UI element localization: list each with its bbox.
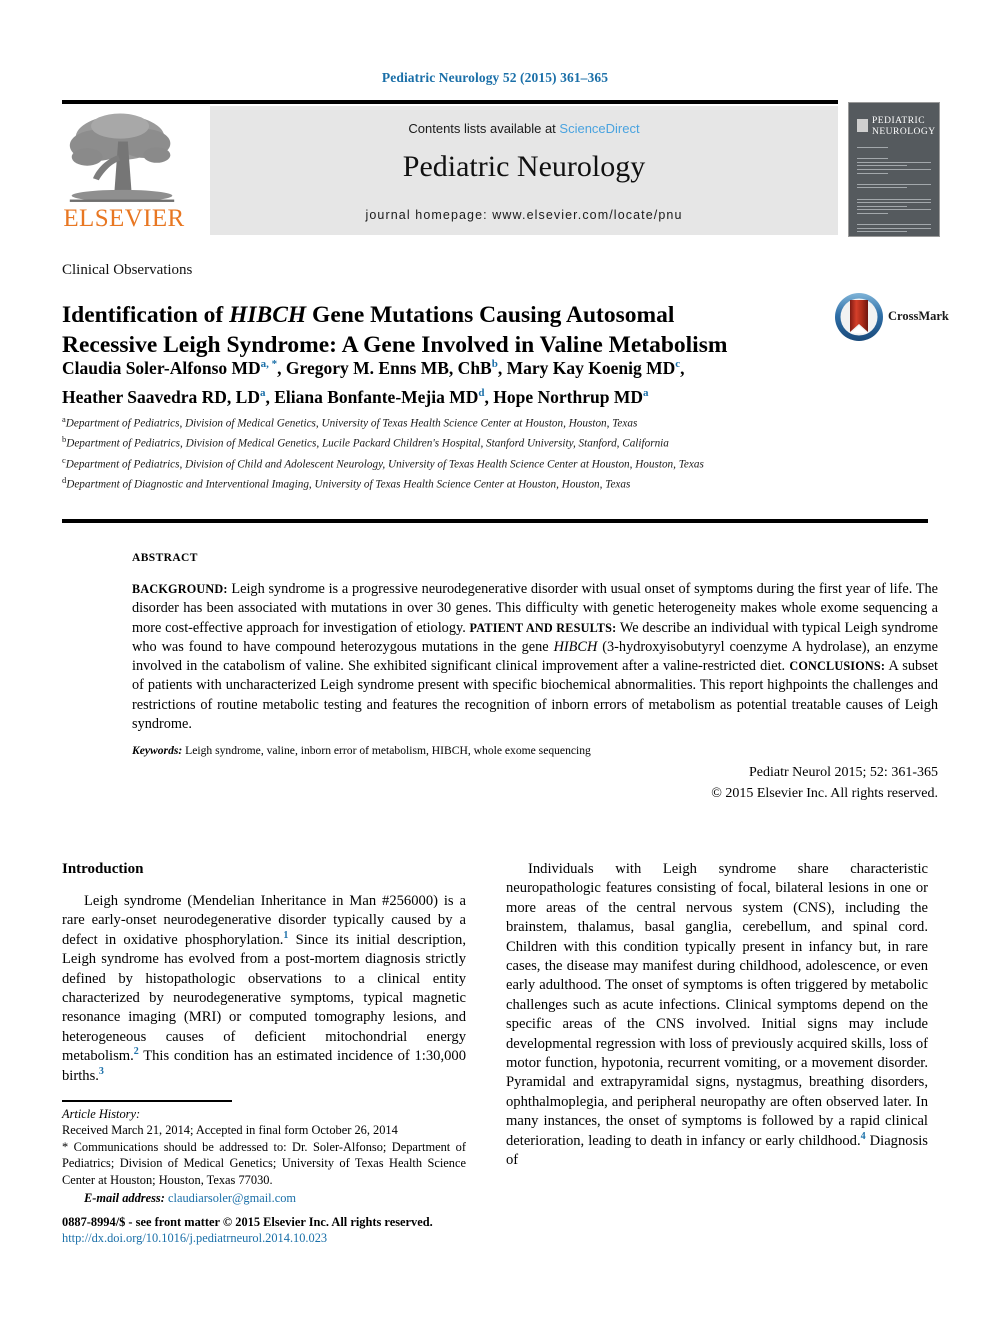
affiliation-text: Department of Pediatrics, Division of Me…: [66, 438, 669, 451]
abstract-label: ABSTRACT: [132, 552, 198, 564]
contents-prefix: Contents lists available at: [408, 121, 560, 136]
article-page: Pediatric Neurology 52 (2015) 361–365 EL…: [0, 0, 990, 1320]
page-title: Identification of HIBCH Gene Mutations C…: [62, 300, 762, 360]
citation-line: Pediatr Neurol 2015; 52: 361-365: [749, 765, 938, 780]
abstract-text: BACKGROUND: Leigh syndrome is a progress…: [132, 580, 938, 734]
journal-masthead: ELSEVIER Contents lists available at Sci…: [62, 100, 940, 237]
crossmark-label: CrossMark: [888, 309, 949, 323]
author-list: Claudia Soler-Alfonso MDa, *, Gregory M.…: [62, 352, 822, 410]
corresponding-author-note: * Communications should be addressed to:…: [62, 1139, 466, 1187]
affiliation-item: cDepartment of Pediatrics, Division of C…: [62, 453, 882, 473]
abstract-background-label: BACKGROUND:: [132, 582, 228, 596]
footnote-rule: [62, 1100, 232, 1102]
title-gene-name: HIBCH: [229, 301, 307, 328]
introduction-heading: Introduction: [62, 861, 144, 877]
masthead-top-rule: [62, 100, 838, 104]
cover-placeholder-lines: [857, 147, 931, 236]
cover-title-line2: NEUROLOGY: [872, 127, 936, 137]
title-part1: Identification of: [62, 301, 230, 328]
footnote-block: Article History: Received March 21, 2014…: [62, 1106, 466, 1206]
affiliation-text: Department of Pediatrics, Division of Me…: [65, 417, 638, 430]
keywords-label: Keywords:: [132, 744, 183, 757]
article-section-label: Clinical Observations: [62, 262, 193, 278]
introduction-paragraph: Leigh syndrome (Mendelian Inheritance in…: [62, 892, 466, 1086]
intro-text-b: Since its initial description, Leigh syn…: [62, 931, 466, 1065]
right-column-paragraph: Individuals with Leigh syndrome share ch…: [506, 860, 928, 1171]
article-history-dates: Received March 21, 2014; Accepted in fin…: [62, 1123, 398, 1138]
affiliation-item: bDepartment of Pediatrics, Division of M…: [62, 432, 882, 452]
crossmark-badge[interactable]: CrossMark: [834, 292, 949, 344]
crossmark-icon: [835, 293, 883, 341]
keywords-line: Keywords: Leigh syndrome, valine, inborn…: [132, 744, 938, 757]
affiliation-item: aDepartment of Pediatrics, Division of M…: [62, 412, 882, 432]
right-text-a: Individuals with Leigh syndrome share ch…: [506, 861, 928, 1149]
abstract-top-rule: [62, 519, 928, 523]
reference-marker-3[interactable]: 3: [99, 1066, 104, 1077]
affiliation-item: dDepartment of Diagnostic and Interventi…: [62, 473, 882, 493]
email-label: E-mail address:: [84, 1191, 165, 1206]
body-column-left: Introduction Leigh syndrome (Mendelian I…: [62, 860, 466, 1086]
sciencedirect-link[interactable]: ScienceDirect: [559, 121, 639, 136]
contents-lists-line: Contents lists available at ScienceDirec…: [210, 121, 838, 136]
author-line-2: Heather Saavedra RD, LDa, Eliana Bonfant…: [62, 386, 649, 407]
affiliation-text: Department of Pediatrics, Division of Ch…: [65, 458, 704, 471]
abstract-gene-name: HIBCH: [553, 638, 598, 655]
running-head: Pediatric Neurology 52 (2015) 361–365: [381, 70, 609, 85]
abstract-patient-label: PATIENT AND RESULTS:: [469, 620, 617, 635]
body-column-right: Individuals with Leigh syndrome share ch…: [506, 860, 928, 1171]
journal-title: Pediatric Neurology: [402, 150, 646, 183]
author-line-1: Claudia Soler-Alfonso MDa, *, Gregory M.…: [62, 357, 685, 378]
cover-title: PEDIATRIC NEUROLOGY: [872, 116, 936, 138]
issn-copyright-line: 0887-8994/$ - see front matter © 2015 El…: [62, 1215, 433, 1229]
doi-link[interactable]: http://dx.doi.org/10.1016/j.pediatrneuro…: [62, 1231, 492, 1246]
elsevier-wordmark: ELSEVIER: [63, 205, 185, 232]
copyright-line: © 2015 Elsevier Inc. All rights reserved…: [711, 786, 938, 801]
elsevier-tree-icon: [69, 113, 175, 202]
email-address-link[interactable]: claudiarsoler@gmail.com: [168, 1191, 296, 1205]
email-line: E-mail address: claudiarsoler@gmail.com: [62, 1190, 466, 1206]
keywords-text: Leigh syndrome, valine, inborn error of …: [182, 744, 591, 757]
article-history-label: Article History:: [62, 1107, 141, 1121]
journal-homepage-link[interactable]: journal homepage: www.elsevier.com/locat…: [210, 208, 838, 222]
abstract-conclusions-label: CONCLUSIONS:: [789, 659, 886, 674]
affiliation-list: aDepartment of Pediatrics, Division of M…: [62, 412, 882, 493]
cover-title-line1: PEDIATRIC: [872, 116, 926, 126]
affiliation-text: Department of Diagnostic and Interventio…: [66, 478, 631, 491]
elsevier-logo[interactable]: ELSEVIER: [62, 106, 190, 235]
cover-emblem-icon: [857, 119, 868, 132]
journal-cover-thumbnail[interactable]: PEDIATRIC NEUROLOGY: [848, 102, 940, 237]
journal-banner: Contents lists available at ScienceDirec…: [210, 106, 838, 235]
